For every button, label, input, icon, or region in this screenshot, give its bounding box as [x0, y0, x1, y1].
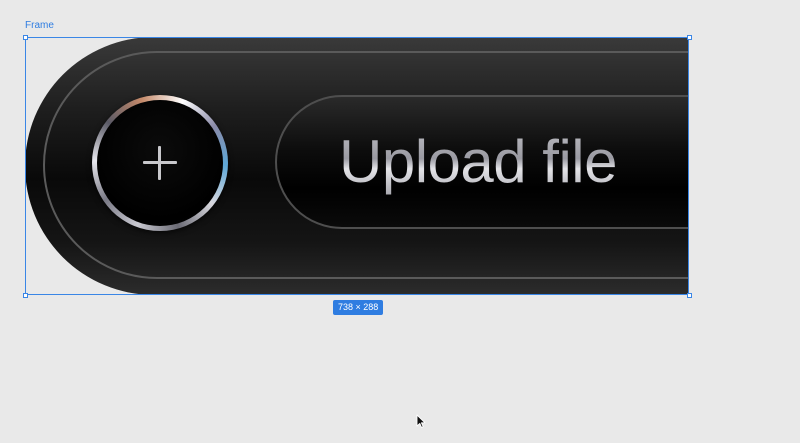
resize-handle-bottom-right[interactable] — [687, 293, 692, 298]
resize-handle-bottom-left[interactable] — [23, 293, 28, 298]
add-button-core — [97, 100, 223, 226]
upload-file-button[interactable]: Upload file — [275, 95, 689, 229]
frame-label[interactable]: Frame — [25, 20, 54, 32]
frame[interactable]: Upload file — [25, 37, 689, 295]
resize-handle-top-right[interactable] — [687, 35, 692, 40]
arrow-cursor-icon — [416, 414, 426, 428]
design-canvas[interactable]: Frame Upload file 738 × 288 — [0, 0, 800, 443]
dimension-badge: 738 × 288 — [333, 300, 384, 315]
resize-handle-top-left[interactable] — [23, 35, 28, 40]
plus-icon — [143, 146, 177, 180]
upload-file-label: Upload file — [339, 128, 618, 195]
add-button[interactable] — [92, 95, 228, 231]
